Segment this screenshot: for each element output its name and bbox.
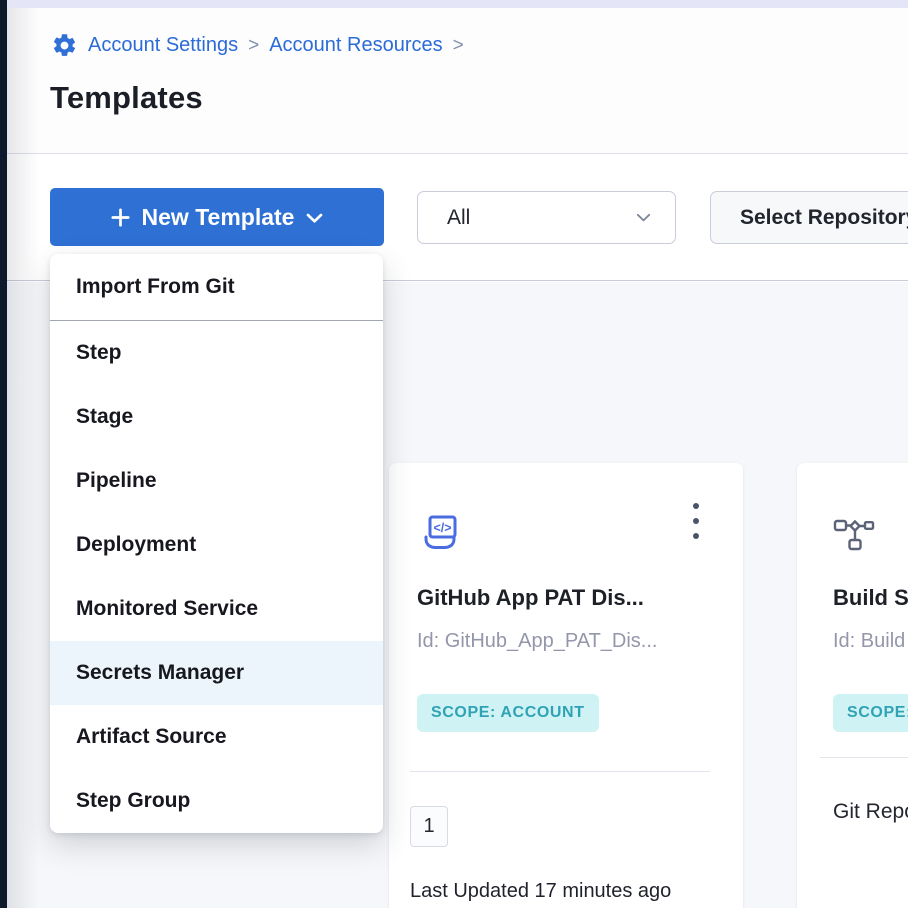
svg-text:</>: </> [433,521,451,535]
template-type-filter-value: All [447,206,470,230]
scope-badge: SCOPE: AC [833,694,908,732]
breadcrumb-account-settings[interactable]: Account Settings [88,34,238,57]
repository-filter-placeholder: Select Repository [740,206,908,230]
breadcrumb-account-resources[interactable]: Account Resources [269,34,442,57]
scope-badge: SCOPE: ACCOUNT [417,694,599,732]
card-divider [820,757,908,758]
menu-item-step[interactable]: Step [50,321,383,385]
breadcrumb-separator: > [248,35,259,57]
menu-item-artifact-source[interactable]: Artifact Source [50,705,383,769]
menu-item-deployment[interactable]: Deployment [50,513,383,577]
template-card-title: Build St [833,585,908,611]
breadcrumb-separator: > [453,35,464,57]
template-card-title: GitHub App PAT Dis... [417,585,644,611]
new-template-label: New Template [142,204,295,231]
breadcrumb: Account Settings > Account Resources > [51,32,464,59]
pipeline-stage-icon [833,516,875,557]
collapsed-nav-strip [0,0,7,908]
new-template-button[interactable]: New Template [50,188,384,246]
git-repo-label: Git Repo [833,800,908,824]
code-template-icon: </> [417,511,463,562]
menu-item-secrets-manager[interactable]: Secrets Manager [50,641,383,705]
chevron-down-icon [636,213,651,223]
new-template-menu: Import From Git Step Stage Pipeline Depl… [50,254,383,833]
last-updated-text: Last Updated 17 minutes ago [410,880,671,903]
menu-item-pipeline[interactable]: Pipeline [50,449,383,513]
menu-item-step-group[interactable]: Step Group [50,769,383,833]
menu-item-stage[interactable]: Stage [50,385,383,449]
template-type-filter[interactable]: All [417,191,676,244]
template-card-build-stage[interactable]: Build St Id: Build SCOPE: AC Git Repo [797,463,908,908]
menu-item-monitored-service[interactable]: Monitored Service [50,577,383,641]
page-title: Templates [50,80,203,116]
template-card-github-app-pat[interactable]: </> GitHub App PAT Dis... Id: GitHub_App… [389,463,743,908]
repository-filter[interactable]: Select Repository [710,191,908,244]
plus-icon [111,208,130,227]
menu-item-import-from-git[interactable]: Import From Git [50,254,383,320]
version-chip[interactable]: 1 [410,806,448,847]
kebab-menu-icon[interactable] [683,500,709,542]
page-header: Account Settings > Account Resources > T… [7,8,908,154]
template-card-id: Id: Build [833,630,905,653]
template-card-id: Id: GitHub_App_PAT_Dis... [417,630,657,653]
card-divider [410,771,710,772]
top-accent-strip [7,0,908,8]
gear-icon [51,32,78,59]
chevron-down-icon [306,213,323,224]
